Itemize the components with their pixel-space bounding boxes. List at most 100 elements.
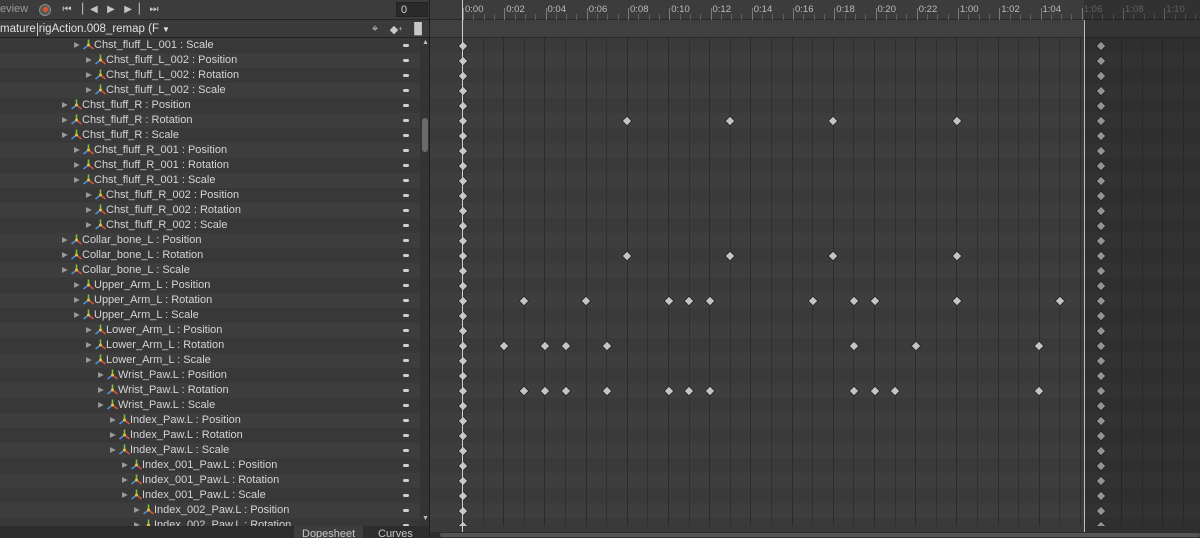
first-key-button[interactable]: ⏮ <box>57 1 77 18</box>
tab-curves[interactable]: Curves <box>370 526 421 538</box>
list-item[interactable]: ▶ Lower_Arm_L : Scale <box>0 353 420 368</box>
vertical-scrollbar[interactable]: ▲ ▼ <box>420 38 429 526</box>
list-item[interactable]: ▶ Chst_fluff_R : Position <box>0 98 420 113</box>
add-event-icon[interactable]: ▐▌ <box>410 22 426 36</box>
options-icon[interactable] <box>403 44 409 47</box>
expand-arrow-icon[interactable]: ▶ <box>74 145 80 154</box>
options-icon[interactable] <box>403 359 409 362</box>
options-icon[interactable] <box>403 59 409 62</box>
expand-arrow-icon[interactable]: ▶ <box>62 100 68 109</box>
options-icon[interactable] <box>403 449 409 452</box>
list-item[interactable]: ▶ Chst_fluff_L_002 : Position <box>0 53 420 68</box>
expand-arrow-icon[interactable]: ▶ <box>62 235 68 244</box>
play-button[interactable]: ▶ <box>101 1 121 18</box>
list-item[interactable]: ▶ Index_001_Paw.L : Rotation <box>0 473 420 488</box>
list-item[interactable]: ▶ Chst_fluff_L_002 : Scale <box>0 83 420 98</box>
list-item[interactable]: ▶ Chst_fluff_R_001 : Rotation <box>0 158 420 173</box>
list-item[interactable]: ▶ Chst_fluff_L_002 : Rotation <box>0 68 420 83</box>
list-item[interactable]: ▶ Lower_Arm_L : Position <box>0 323 420 338</box>
options-icon[interactable] <box>403 164 409 167</box>
expand-arrow-icon[interactable]: ▶ <box>122 490 128 499</box>
list-item[interactable]: ▶ Collar_bone_L : Scale <box>0 263 420 278</box>
options-icon[interactable] <box>403 224 409 227</box>
options-icon[interactable] <box>403 374 409 377</box>
add-keyframe-icon[interactable]: ◆ + <box>388 22 404 36</box>
expand-arrow-icon[interactable]: ▶ <box>98 370 104 379</box>
options-icon[interactable] <box>403 149 409 152</box>
expand-arrow-icon[interactable]: ▶ <box>86 340 92 349</box>
expand-arrow-icon[interactable]: ▶ <box>110 445 116 454</box>
scroll-down-icon[interactable]: ▼ <box>422 515 429 522</box>
expand-arrow-icon[interactable]: ▶ <box>62 250 68 259</box>
options-icon[interactable] <box>403 404 409 407</box>
list-item[interactable]: ▶ Chst_fluff_R_001 : Scale <box>0 173 420 188</box>
options-icon[interactable] <box>403 254 409 257</box>
options-icon[interactable] <box>403 419 409 422</box>
list-item[interactable]: ▶ Chst_fluff_L_001 : Scale <box>0 38 420 53</box>
expand-arrow-icon[interactable]: ▶ <box>74 310 80 319</box>
list-item[interactable]: ▶ Wrist_Paw.L : Scale <box>0 398 420 413</box>
expand-arrow-icon[interactable]: ▶ <box>74 40 80 49</box>
prev-key-button[interactable]: ▏◀ <box>80 1 100 18</box>
options-icon[interactable] <box>403 269 409 272</box>
filter-keys-icon[interactable]: ⌖ <box>367 22 383 36</box>
tab-dopesheet[interactable]: Dopesheet <box>294 526 364 538</box>
options-icon[interactable] <box>403 389 409 392</box>
expand-arrow-icon[interactable]: ▶ <box>62 115 68 124</box>
expand-arrow-icon[interactable]: ▶ <box>86 220 92 229</box>
options-icon[interactable] <box>403 434 409 437</box>
expand-arrow-icon[interactable]: ▶ <box>62 130 68 139</box>
expand-arrow-icon[interactable]: ▶ <box>110 415 116 424</box>
options-icon[interactable] <box>403 239 409 242</box>
options-icon[interactable] <box>403 119 409 122</box>
options-icon[interactable] <box>403 284 409 287</box>
expand-arrow-icon[interactable]: ▶ <box>122 475 128 484</box>
list-item[interactable]: ▶ Chst_fluff_R_001 : Position <box>0 143 420 158</box>
expand-arrow-icon[interactable]: ▶ <box>86 205 92 214</box>
list-item[interactable]: ▶ Index_002_Paw.L : Position <box>0 503 420 518</box>
options-icon[interactable] <box>403 104 409 107</box>
scroll-up-icon[interactable]: ▲ <box>422 39 429 46</box>
preview-button[interactable]: eview <box>0 3 28 15</box>
list-item[interactable]: ▶ Chst_fluff_R_002 : Rotation <box>0 203 420 218</box>
expand-arrow-icon[interactable]: ▶ <box>86 325 92 334</box>
options-icon[interactable] <box>403 344 409 347</box>
expand-arrow-icon[interactable]: ▶ <box>74 160 80 169</box>
list-item[interactable]: ▶ Chst_fluff_R : Rotation <box>0 113 420 128</box>
options-icon[interactable] <box>403 329 409 332</box>
list-item[interactable]: ▶ Collar_bone_L : Position <box>0 233 420 248</box>
list-item[interactable]: ▶ Index_Paw.L : Rotation <box>0 428 420 443</box>
list-item[interactable]: ▶ Wrist_Paw.L : Position <box>0 368 420 383</box>
expand-arrow-icon[interactable]: ▶ <box>86 85 92 94</box>
options-icon[interactable] <box>403 464 409 467</box>
list-item[interactable]: ▶ Index_Paw.L : Scale <box>0 443 420 458</box>
scrollbar-thumb[interactable] <box>440 533 1200 537</box>
expand-arrow-icon[interactable]: ▶ <box>86 70 92 79</box>
options-icon[interactable] <box>403 509 409 512</box>
list-item[interactable]: ▶ Wrist_Paw.L : Rotation <box>0 383 420 398</box>
list-item[interactable]: ▶ Index_001_Paw.L : Scale <box>0 488 420 503</box>
options-icon[interactable] <box>403 314 409 317</box>
last-key-button[interactable]: ⏭ <box>144 1 164 18</box>
list-item[interactable]: ▶ Index_002_Paw.L : Rotation <box>0 518 420 526</box>
expand-arrow-icon[interactable]: ▶ <box>86 355 92 364</box>
expand-arrow-icon[interactable]: ▶ <box>74 280 80 289</box>
options-icon[interactable] <box>403 179 409 182</box>
list-item[interactable]: ▶ Lower_Arm_L : Rotation <box>0 338 420 353</box>
scrollbar-thumb[interactable] <box>422 118 428 152</box>
list-item[interactable]: ▶ Upper_Arm_L : Scale <box>0 308 420 323</box>
list-item[interactable]: ▶ Index_001_Paw.L : Position <box>0 458 420 473</box>
expand-arrow-icon[interactable]: ▶ <box>74 295 80 304</box>
frame-input[interactable] <box>396 2 428 17</box>
expand-arrow-icon[interactable]: ▶ <box>62 265 68 274</box>
list-item[interactable]: ▶ Chst_fluff_R : Scale <box>0 128 420 143</box>
expand-arrow-icon[interactable]: ▶ <box>134 505 140 514</box>
list-item[interactable]: ▶ Upper_Arm_L : Position <box>0 278 420 293</box>
horizontal-scrollbar[interactable] <box>430 532 1200 538</box>
playhead[interactable] <box>462 0 463 538</box>
options-icon[interactable] <box>403 134 409 137</box>
expand-arrow-icon[interactable]: ▶ <box>110 430 116 439</box>
options-icon[interactable] <box>403 209 409 212</box>
next-key-button[interactable]: ▶▕ <box>122 1 142 18</box>
list-item[interactable]: ▶ Chst_fluff_R_002 : Position <box>0 188 420 203</box>
